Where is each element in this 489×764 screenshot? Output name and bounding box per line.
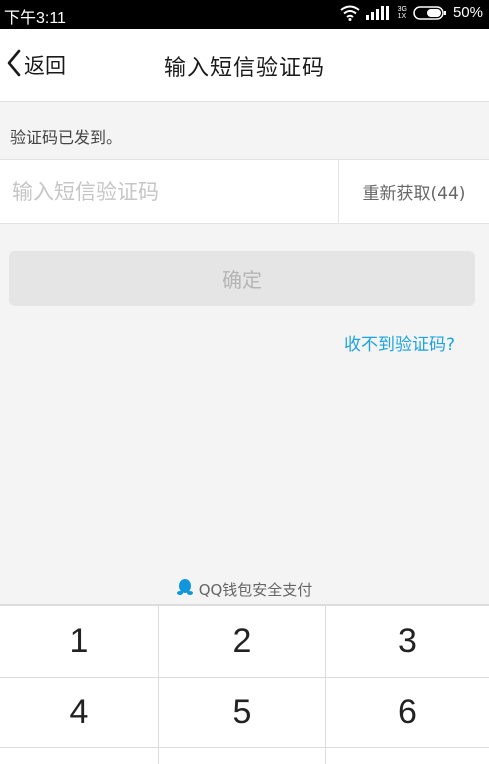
network-subtype: 1X [397, 12, 407, 20]
key-6[interactable]: 6 [326, 678, 489, 747]
qq-penguin-icon [176, 578, 193, 600]
nav-bar: 返回 输入短信验证码 [0, 29, 489, 102]
key-1[interactable]: 1 [0, 605, 158, 677]
sms-code-input[interactable] [10, 172, 334, 212]
status-time: 下午3:11 [4, 10, 66, 27]
key-4[interactable]: 4 [0, 678, 158, 747]
code-row: 重新获取(44) [0, 159, 489, 224]
key-2[interactable]: 2 [159, 605, 325, 677]
keypad-divider [0, 747, 489, 748]
page-title: 输入短信验证码 [163, 56, 325, 81]
status-bar: 下午3:11 3G 1X 50% [0, 0, 489, 29]
wifi-icon [340, 5, 360, 21]
battery-icon [413, 5, 447, 21]
resend-code-button[interactable]: 重新获取(44) [339, 160, 489, 223]
signal-icon [365, 5, 392, 20]
number-keypad: 1 2 3 4 5 6 [0, 604, 489, 764]
status-icons: 3G 1X 50% [340, 4, 483, 21]
secure-payment-text: QQ钱包安全支付 [198, 580, 313, 599]
battery-percent: 50% [452, 4, 483, 21]
key-3[interactable]: 3 [326, 605, 489, 677]
secure-payment-banner: QQ钱包安全支付 [0, 574, 489, 604]
key-5[interactable]: 5 [159, 678, 325, 747]
network-type-label: 3G 1X [398, 6, 407, 20]
confirm-button[interactable]: 确定 [9, 251, 475, 306]
network-type: 3G [397, 5, 407, 13]
sent-hint: 验证码已发到。 [10, 128, 123, 147]
no-code-link[interactable]: 收不到验证码? [344, 330, 455, 355]
